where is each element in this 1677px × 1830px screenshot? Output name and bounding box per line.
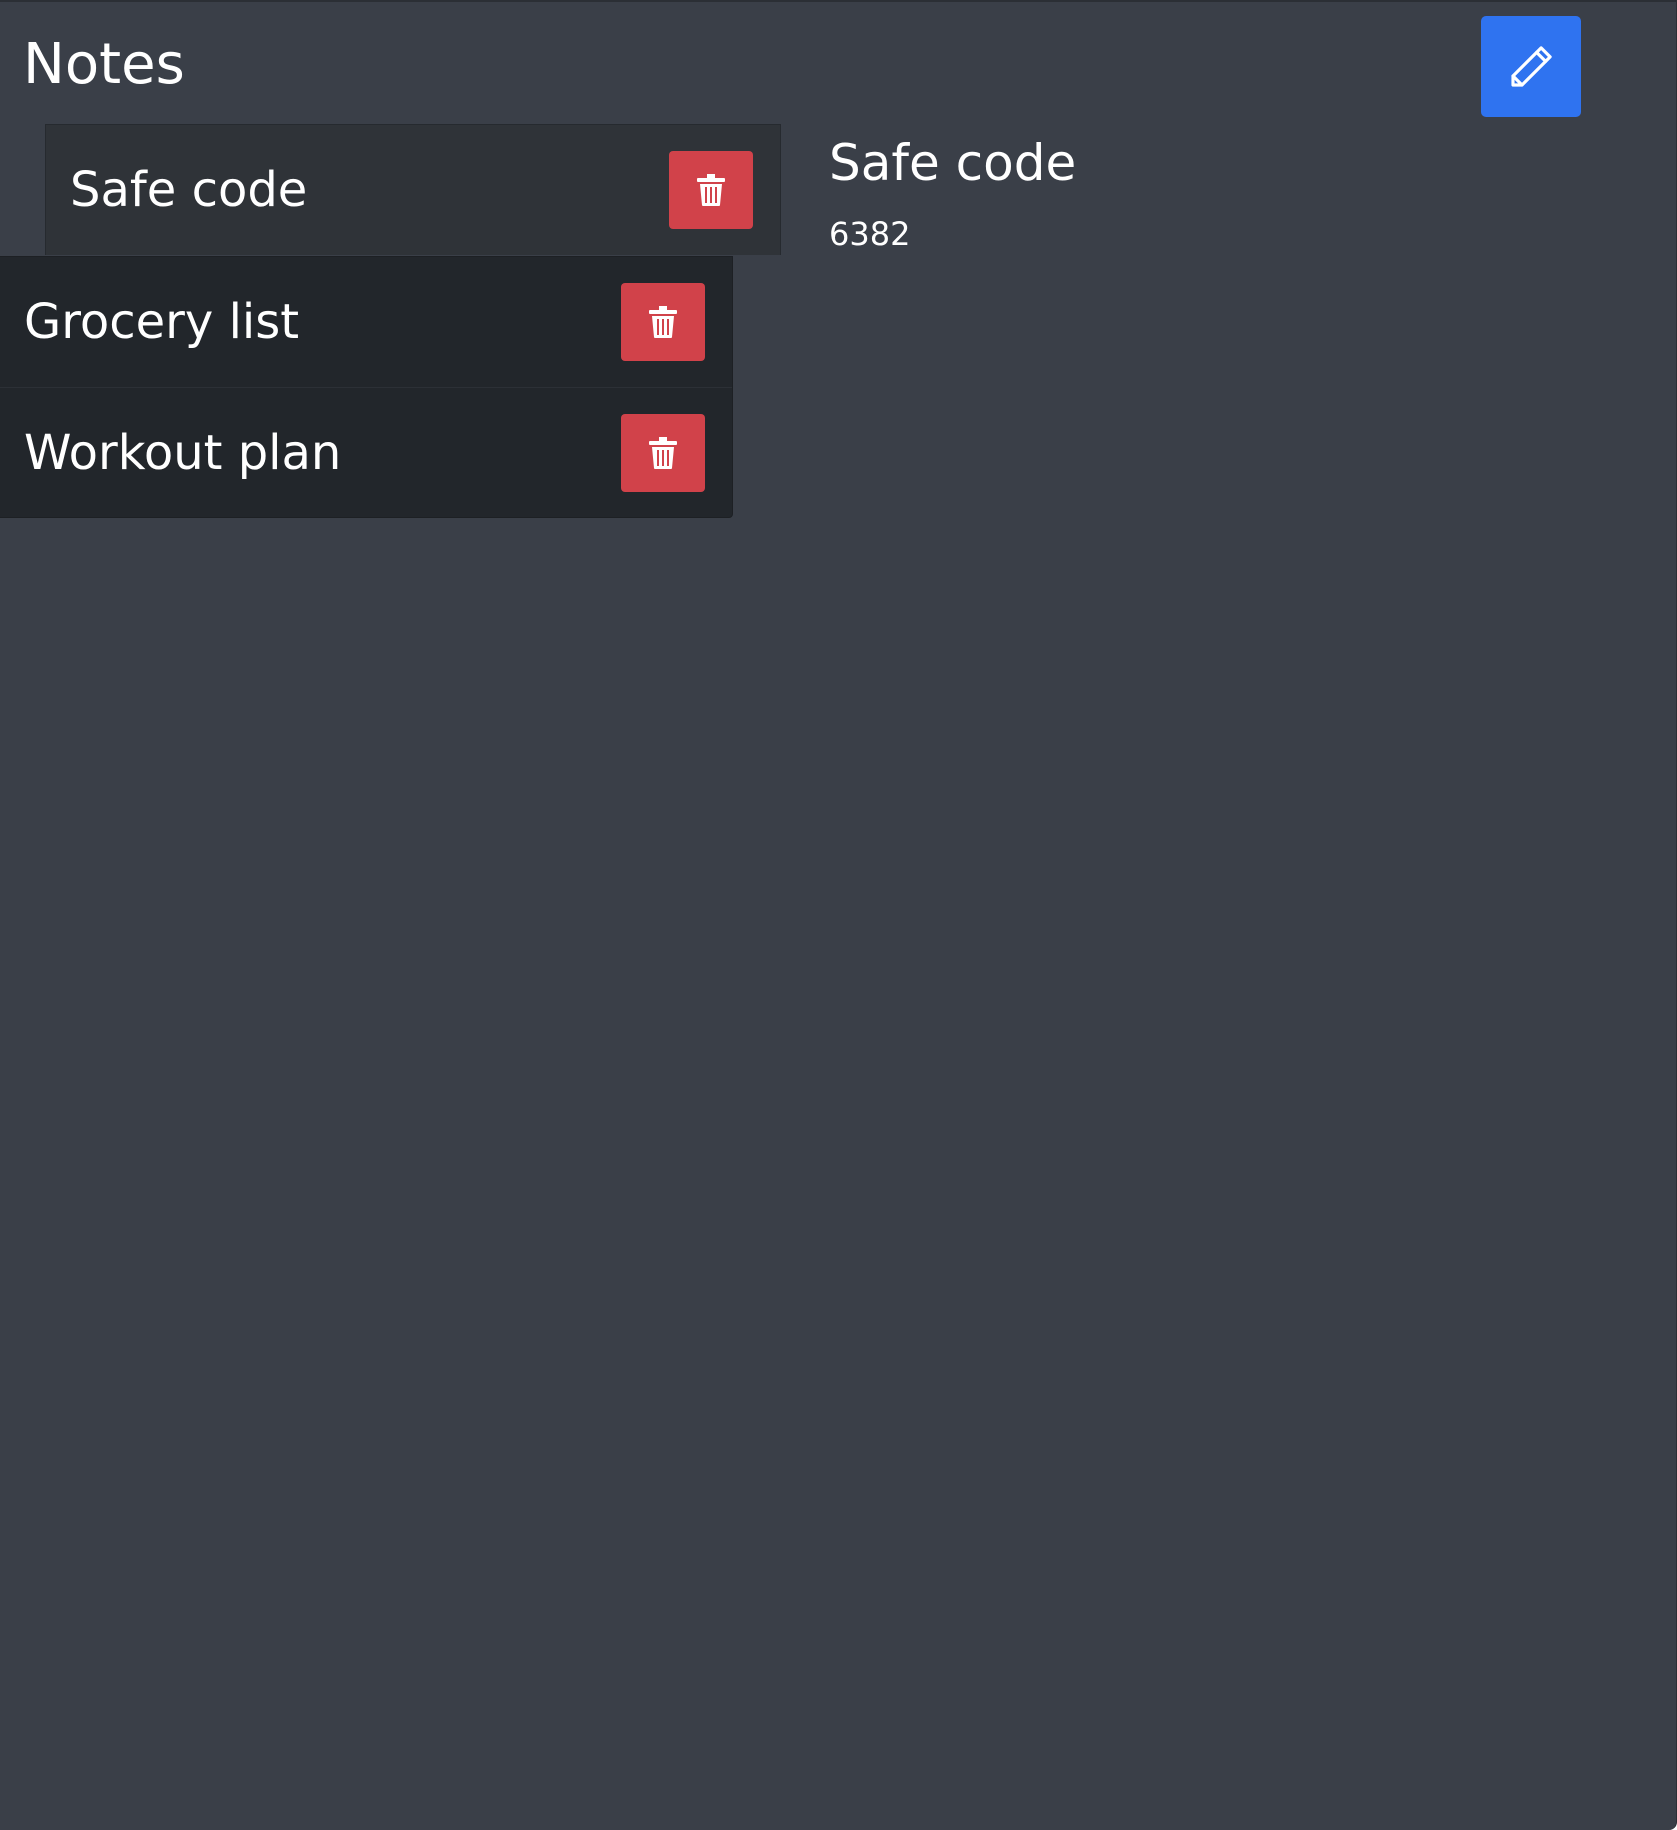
- notes-list: Grocery list Workout plan: [0, 256, 733, 518]
- page-title: Notes: [23, 32, 185, 97]
- list-item-safe-code[interactable]: Safe code: [45, 124, 781, 255]
- note-title: Safe code: [70, 162, 308, 218]
- edit-button[interactable]: [1481, 16, 1581, 117]
- note-title: Workout plan: [24, 425, 342, 481]
- delete-button[interactable]: [621, 283, 705, 361]
- pencil-icon: [1511, 45, 1552, 87]
- note-detail-title: Safe code: [829, 134, 1077, 192]
- note-detail-body: 6382: [829, 215, 911, 253]
- list-item-workout-plan[interactable]: Workout plan: [0, 388, 732, 519]
- trash-icon: [649, 437, 677, 469]
- delete-button[interactable]: [669, 151, 753, 229]
- trash-icon: [697, 174, 725, 206]
- note-title: Grocery list: [24, 294, 300, 350]
- list-item-grocery-list[interactable]: Grocery list: [0, 257, 732, 388]
- delete-button[interactable]: [621, 414, 705, 492]
- trash-icon: [649, 306, 677, 338]
- notes-app: Notes Safe code Grocery list Workout pla…: [0, 0, 1677, 1830]
